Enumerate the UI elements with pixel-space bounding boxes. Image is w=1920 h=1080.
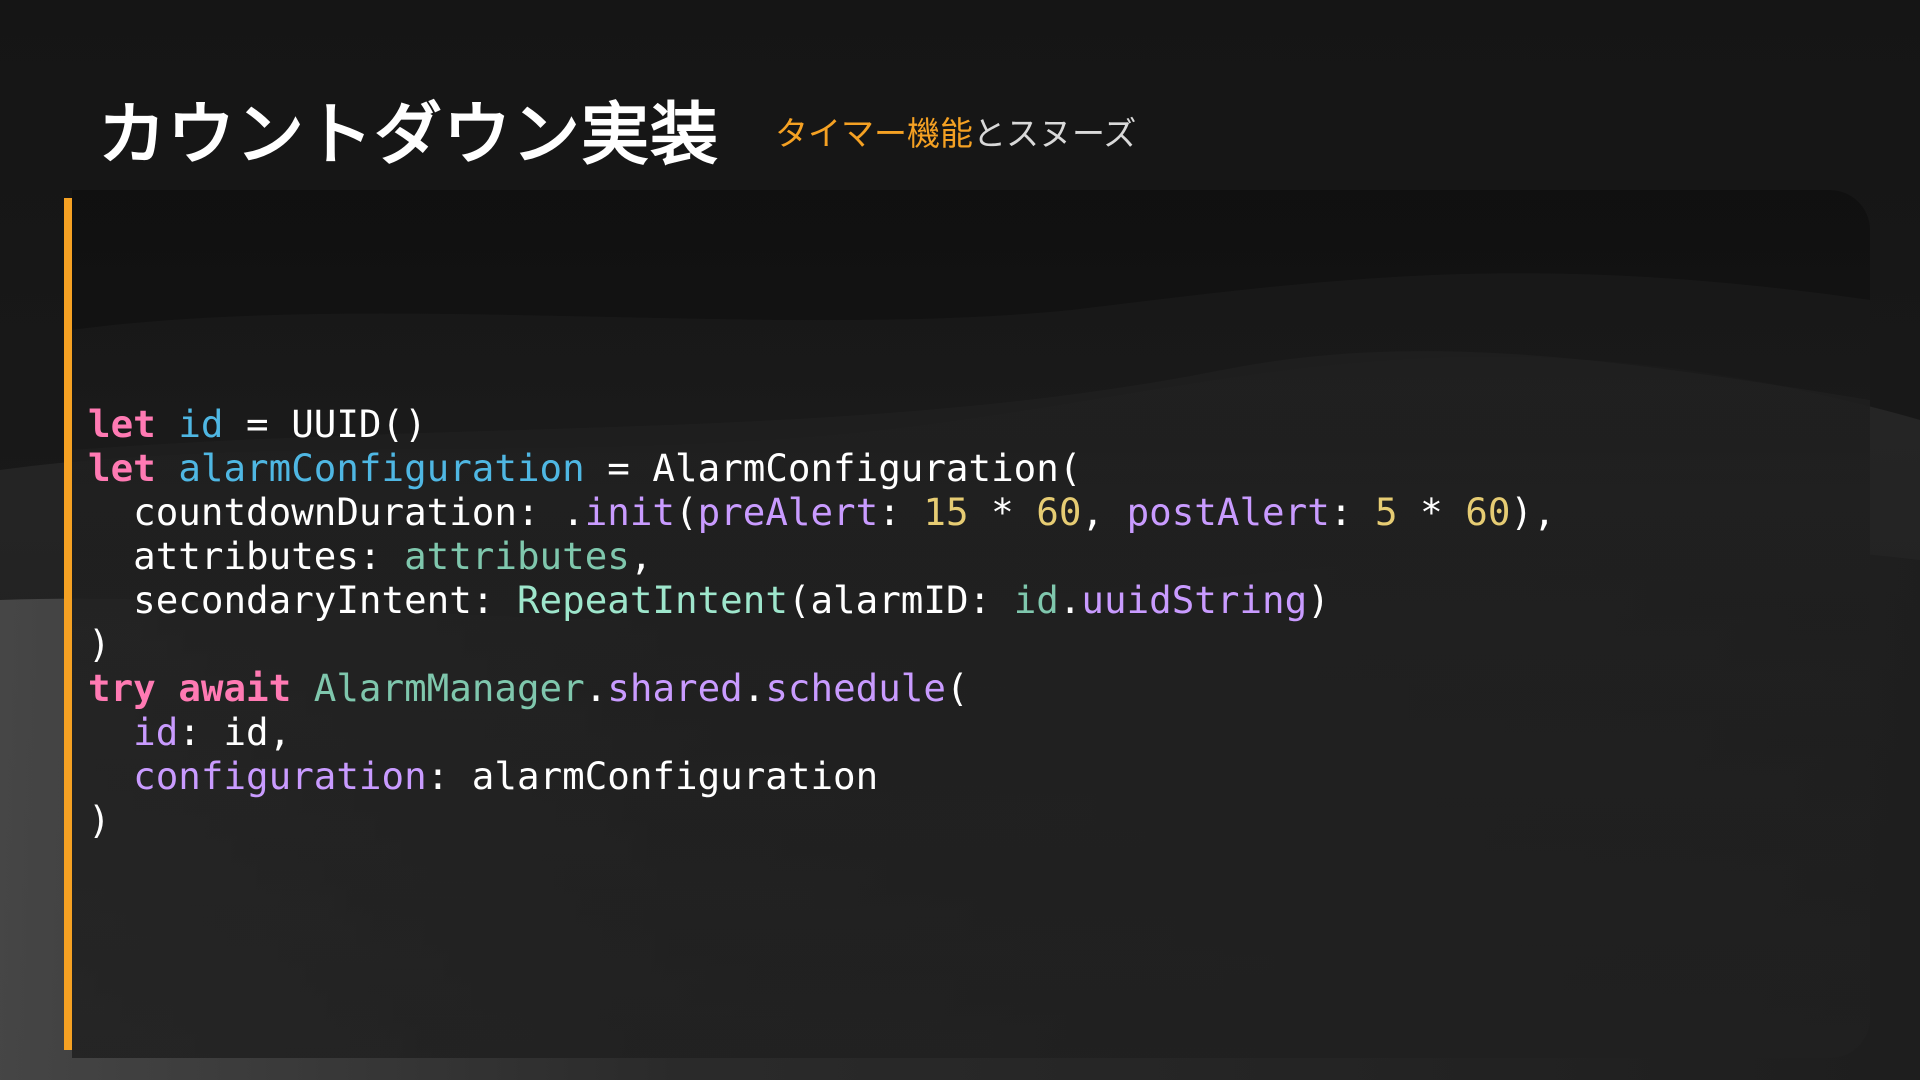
code-line: secondaryIntent: RepeatIntent(alarmID: i…	[88, 578, 1556, 622]
code-token: ),	[1510, 490, 1556, 534]
code-line: attributes: attributes,	[88, 534, 1556, 578]
code-token: .	[742, 666, 766, 710]
code-token: id	[178, 402, 224, 446]
code-token: )	[1307, 578, 1330, 622]
code-line: try await AlarmManager.shared.schedule(	[88, 666, 1556, 710]
code-token: *	[968, 490, 1037, 534]
code-token: 60	[1465, 490, 1511, 534]
title-row: カウントダウン実装 タイマー機能とスヌーズ	[98, 78, 1136, 178]
code-token: :	[878, 490, 924, 534]
subtitle-rest: とスヌーズ	[973, 114, 1137, 153]
code-token: uuidString	[1081, 578, 1308, 622]
code-token: attributes	[404, 534, 630, 578]
accent-bar	[64, 198, 72, 1050]
code-token: :	[1329, 490, 1375, 534]
code-token: *	[1397, 490, 1466, 534]
code-token: : id,	[178, 710, 292, 754]
code-token: schedule	[765, 666, 946, 710]
code-token: configuration	[133, 754, 427, 798]
code-token: let	[88, 446, 156, 490]
code-token: ,	[629, 534, 653, 578]
code-token: = AlarmConfiguration(	[584, 446, 1082, 490]
code-token: )	[88, 622, 111, 666]
code-line: countdownDuration: .init(preAlert: 15 * …	[88, 490, 1556, 534]
code-token: id	[133, 710, 179, 754]
code-token: shared	[607, 666, 743, 710]
code-token: id	[1013, 578, 1059, 622]
code-token: )	[88, 798, 111, 842]
code-line: id: id,	[88, 710, 1556, 754]
code-line: let id = UUID()	[88, 402, 1556, 446]
code-token: 60	[1036, 490, 1082, 534]
code-line: )	[88, 798, 1556, 842]
subtitle: タイマー機能とスヌーズ	[775, 107, 1136, 155]
code-token: countdownDuration: .	[88, 490, 585, 534]
code-token: let	[88, 402, 156, 446]
code-token: secondaryIntent:	[88, 578, 517, 622]
slide: カウントダウン実装 タイマー機能とスヌーズ let id = UUID() let…	[0, 0, 1920, 1080]
page-title: カウントダウン実装	[98, 95, 720, 175]
code-token: alarmConfiguration	[178, 446, 585, 490]
code-token: = UUID()	[223, 402, 427, 446]
code-block: let id = UUID() let alarmConfiguration = …	[88, 402, 1556, 842]
code-token: .	[584, 666, 608, 710]
subtitle-highlight: タイマー機能	[775, 114, 974, 153]
code-token: (	[945, 666, 969, 710]
code-line: )	[88, 622, 1556, 666]
code-token: .	[1058, 578, 1082, 622]
code-token: 15	[923, 490, 969, 534]
code-token: 5	[1374, 490, 1398, 534]
code-token: attributes:	[88, 534, 405, 578]
code-token: postAlert	[1126, 490, 1330, 534]
code-token: init	[584, 490, 676, 534]
code-token: (alarmID:	[787, 578, 1014, 622]
code-token: (	[675, 490, 698, 534]
code-line: configuration: alarmConfiguration	[88, 754, 1556, 798]
code-line: let alarmConfiguration = AlarmConfigurat…	[88, 446, 1556, 490]
code-token: ,	[1081, 490, 1127, 534]
code-token: await	[178, 666, 292, 710]
code-token: : alarmConfiguration	[426, 754, 879, 798]
code-token: AlarmManager	[313, 666, 585, 710]
code-token: RepeatIntent	[516, 578, 788, 622]
code-token: preAlert	[697, 490, 879, 534]
code-token: try	[88, 666, 156, 710]
